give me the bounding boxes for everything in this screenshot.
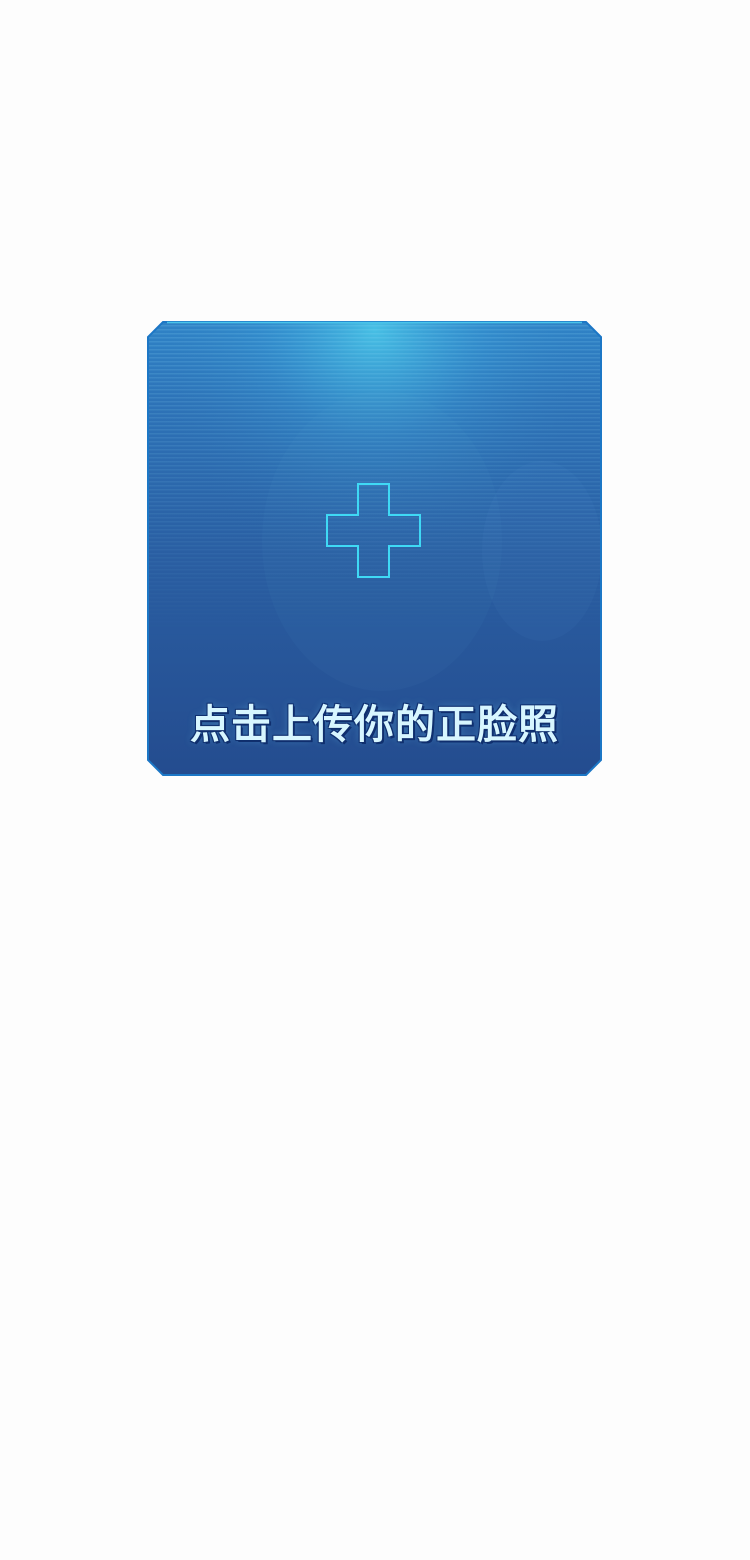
plus-icon[interactable]	[326, 483, 424, 581]
upload-photo-card[interactable]: 点击上传你的正脸照	[147, 321, 602, 776]
upload-instruction-label: 点击上传你的正脸照	[190, 702, 559, 748]
